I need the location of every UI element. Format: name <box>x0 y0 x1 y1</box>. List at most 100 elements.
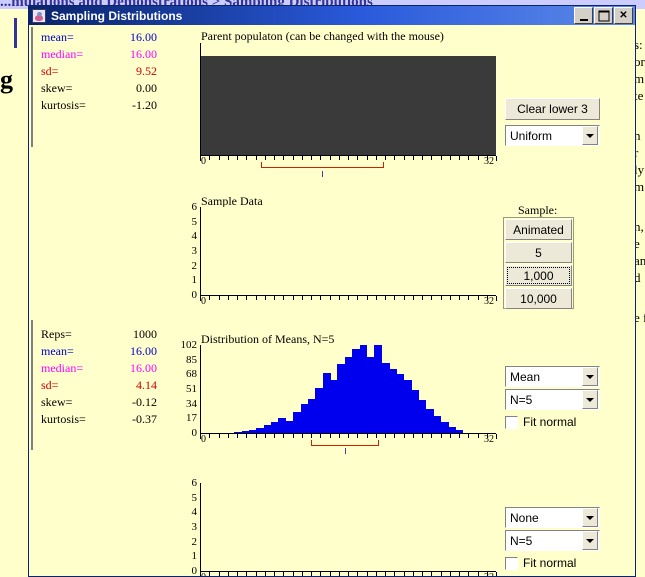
sample-data-bars <box>201 207 496 295</box>
background-text-fragment: ly <box>635 162 645 177</box>
sample-data-panel[interactable]: Sample Data 6543210 0 32 <box>169 177 497 307</box>
fourth-yticks-label: 1 <box>191 550 198 563</box>
means-fit-normal-checkbox[interactable] <box>505 415 518 429</box>
means-stat-row: mean= 16.00 <box>41 344 157 361</box>
sample-data-x-min: 0 <box>201 296 206 307</box>
histogram-bar <box>455 430 464 433</box>
fourth-panel-plot[interactable] <box>201 483 496 571</box>
parent-stat-value: -1.20 <box>132 98 157 112</box>
means-stat-label: mean= <box>41 344 74 358</box>
parent-stat-label: median= <box>41 47 84 61</box>
parent-population-sd-bracket <box>261 162 384 168</box>
means-stat-label: sd= <box>41 378 59 392</box>
distribution-of-means-x-max: 32 <box>484 434 494 445</box>
maximize-button[interactable] <box>594 7 613 24</box>
sample-section-label: Sample: <box>518 203 558 217</box>
fourth-distribution-panel[interactable]: 6543210 0 32 <box>169 465 497 577</box>
fourth-yticks-label: 3 <box>191 521 198 533</box>
fourth-fit-normal-checkbox-row[interactable]: Fit normal <box>505 556 576 570</box>
means-sample-size-value: N=5 <box>510 392 533 407</box>
fourth-yticks-label: 6 <box>191 477 198 489</box>
means-stat-row: median= 16.00 <box>41 361 157 378</box>
means-stat-value: 4.14 <box>136 378 157 392</box>
fourth-statistic-select[interactable]: None <box>505 507 600 528</box>
distribution-of-means-stats: Reps= 1000 mean= 16.00 median= 16.00 sd= 4.14 sk… <box>41 327 157 429</box>
sample-data-yticks-label: 4 <box>191 230 198 243</box>
means-stat-value: -0.12 <box>132 395 157 409</box>
parent-stat-label: skew= <box>41 81 73 95</box>
means-sample-size-select[interactable]: N=5 <box>505 389 600 410</box>
applet-icon <box>32 8 46 23</box>
sample-data-yticks-label: 3 <box>191 245 198 257</box>
background-left-column: g <box>0 9 30 577</box>
fourth-fit-normal-checkbox[interactable] <box>505 556 518 570</box>
parent-stat-value: 16.00 <box>130 47 157 61</box>
fourth-yticks-label: 4 <box>191 506 198 519</box>
means-stat-label: skew= <box>41 395 73 409</box>
distribution-of-means-sd-bracket <box>311 440 379 446</box>
fourth-sample-size-select[interactable]: N=5 <box>505 530 600 551</box>
background-text-fragment: m <box>635 71 645 86</box>
fourth-sample-size-value: N=5 <box>510 533 533 548</box>
sample-data-x-max: 32 <box>484 296 494 307</box>
fourth-statistic-value: None <box>510 510 539 525</box>
parent-population-x-max: 32 <box>484 156 494 167</box>
applet-content: mean= 16.00 median= 16.00 sd= 9.52 skew= 0.00 ku… <box>29 25 635 576</box>
fourth-panel-x-min: 0 <box>201 573 206 577</box>
fourth-panel-bars <box>201 483 496 571</box>
chevron-down-icon[interactable] <box>582 390 598 409</box>
fourth-yticks-label: 5 <box>191 491 198 504</box>
minimize-button[interactable] <box>574 7 593 24</box>
parent-population-stats: mean= 16.00 median= 16.00 sd= 9.52 skew= 0.00 ku… <box>41 30 157 115</box>
means-stat-label: median= <box>41 361 84 375</box>
sample-animated-button[interactable]: Animated <box>505 219 572 240</box>
chevron-down-icon[interactable] <box>582 508 598 527</box>
means-stat-row: skew= -0.12 <box>41 395 157 412</box>
means-fit-normal-checkbox-row[interactable]: Fit normal <box>505 415 576 429</box>
fourth-panel-x-ticks <box>200 572 497 576</box>
parent-population-plot[interactable] <box>201 56 496 155</box>
fourth-panel-x-max: 32 <box>484 573 494 577</box>
distribution-of-means-panel[interactable]: Distribution of Means, N=5 102 85 68 51 34 17… <box>169 315 497 455</box>
parent-stat-row: median= 16.00 <box>41 47 157 64</box>
background-left-rule <box>14 18 17 48</box>
distribution-of-means-x-min: 0 <box>201 434 206 445</box>
background-text-fragment: e f <box>635 310 645 325</box>
background-left-text: g <box>0 65 13 94</box>
sample-data-yticks-label: 5 <box>191 215 198 228</box>
means-statistic-value: Mean <box>510 369 541 384</box>
close-button[interactable]: ✕ <box>614 7 633 24</box>
sample-5-button[interactable]: 5 <box>505 242 572 263</box>
chevron-down-icon[interactable] <box>582 367 598 386</box>
background-text-fragment: an <box>635 253 645 268</box>
applet-window: Sampling Distributions ✕ mean= 16.00 media… <box>28 5 636 577</box>
parent-stat-label: kurtosis= <box>41 98 86 112</box>
chevron-down-icon[interactable] <box>582 126 598 145</box>
distribution-of-means-plot[interactable] <box>201 345 496 433</box>
background-text-fragment: or <box>635 54 645 69</box>
background-text-fragment: m <box>635 179 645 194</box>
sample-data-yticks-label: 0 <box>191 289 198 301</box>
population-shape-select[interactable]: Uniform <box>505 125 600 146</box>
parent-stat-row: mean= 16.00 <box>41 30 157 47</box>
parent-stat-row: skew= 0.00 <box>41 81 157 98</box>
means-stat-label: Reps= <box>41 327 72 341</box>
means-yticks-label: 102 <box>180 339 198 351</box>
means-stat-label: kurtosis= <box>41 412 86 426</box>
sample-10000-button[interactable]: 10,000 <box>505 288 572 309</box>
sample-1000-button[interactable]: 1,000 <box>505 265 572 286</box>
distribution-of-means-mean-marker <box>345 448 346 454</box>
window-title: Sampling Distributions <box>51 8 183 23</box>
fourth-fit-normal-label: Fit normal <box>523 556 577 570</box>
window-title-bar[interactable]: Sampling Distributions ✕ <box>29 6 635 25</box>
clear-lower-3-button[interactable]: Clear lower 3 <box>505 98 600 120</box>
background-text-fragment: n, <box>635 219 644 234</box>
sample-data-yticks-label: 2 <box>191 259 198 272</box>
parent-population-panel[interactable]: Parent populaton (can be changed with th… <box>169 29 497 177</box>
parent-stat-row: sd= 9.52 <box>41 64 157 81</box>
means-yticks-label: 17 <box>186 412 197 425</box>
chevron-down-icon[interactable] <box>582 531 598 550</box>
means-statistic-select[interactable]: Mean <box>505 366 600 387</box>
means-yticks-label: 85 <box>186 353 197 366</box>
sample-data-plot[interactable] <box>201 207 496 295</box>
